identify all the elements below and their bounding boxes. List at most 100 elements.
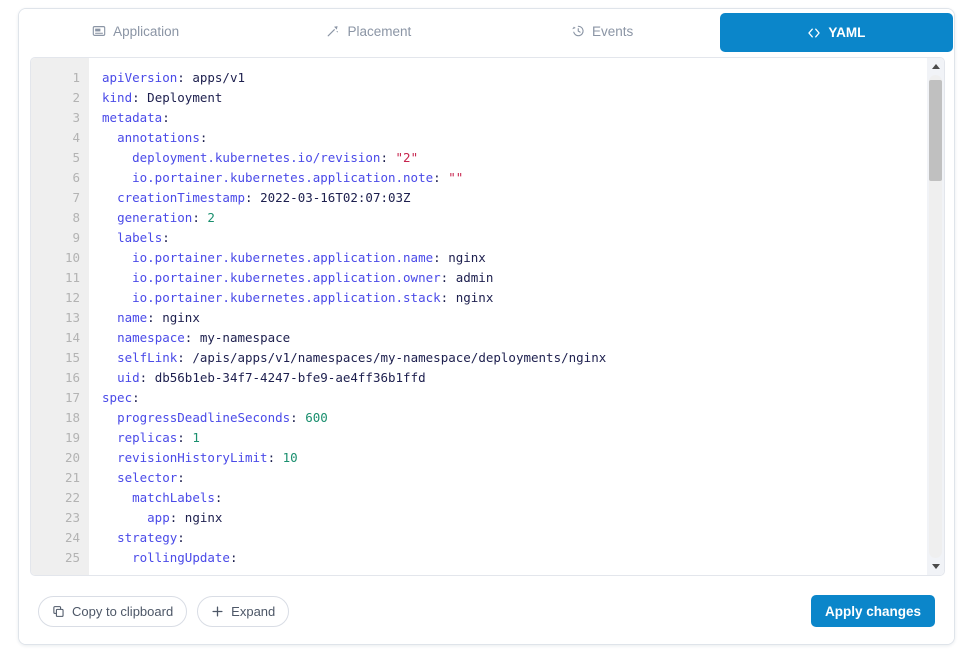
code-line[interactable]: name: nginx [102,308,927,328]
code-line[interactable]: io.portainer.kubernetes.application.note… [102,168,927,188]
line-number: 8 [72,210,80,225]
line-number: 3 [72,110,80,125]
code-token: : [380,150,396,165]
code-token: nginx [162,310,200,325]
code-line[interactable]: spec: [102,388,927,408]
resource-detail-card: Application Placement Events YAML 1 2 3 … [18,8,955,645]
code-line[interactable]: kind: Deployment [102,88,927,108]
tab-yaml-label: YAML [828,25,866,40]
line-number: 9 [72,230,80,245]
code-line[interactable]: uid: db56b1eb-34f7-4247-bfe9-ae4ff36b1ff… [102,368,927,388]
expand-label: Expand [231,603,276,619]
line-number: 2 [72,90,80,105]
line-number: 6 [72,170,80,185]
tab-placement[interactable]: Placement [252,9,485,53]
code-line[interactable]: replicas: 1 [102,428,927,448]
code-token: 10 [282,450,298,465]
line-number: 23 [64,510,80,525]
code-line[interactable]: annotations: [102,128,927,148]
code-line[interactable]: app: nginx [102,508,927,528]
code-token: : [132,90,148,105]
code-token: : [433,170,449,185]
code-token: : [177,350,193,365]
code-line[interactable]: selector: [102,468,927,488]
code-token: selector [117,470,178,485]
code-token: rollingUpdate [132,550,230,565]
tab-application[interactable]: Application [19,9,252,53]
code-line[interactable]: deployment.kubernetes.io/revision: "2" [102,148,927,168]
code-token: io.portainer.kubernetes.application.stac… [132,290,441,305]
code-line[interactable]: creationTimestamp: 2022-03-16T02:07:03Z [102,188,927,208]
tab-yaml[interactable]: YAML [719,13,953,52]
line-number: 11 [64,270,80,285]
code-token: : [162,230,170,245]
line-number: 14 [64,330,80,345]
code-line[interactable]: progressDeadlineSeconds: 600 [102,408,927,428]
line-number: 7 [72,190,80,205]
code-line[interactable]: io.portainer.kubernetes.application.owne… [102,268,927,288]
code-line[interactable]: revisionHistoryLimit: 10 [102,448,927,468]
code-token: namespace [117,330,185,345]
code-token: spec [102,390,133,405]
editor-vertical-scrollbar[interactable] [927,58,944,575]
copy-to-clipboard-button[interactable]: Copy to clipboard [38,595,188,627]
yaml-editor-page: Application Placement Events YAML 1 2 3 … [0,0,973,653]
code-token: : [290,410,306,425]
code-token: creationTimestamp [117,190,245,205]
code-token: metadata [102,110,163,125]
line-number: 4 [72,130,80,145]
code-line[interactable]: strategy: [102,528,927,548]
code-line[interactable]: labels: [102,228,927,248]
code-token: 2 [207,210,215,225]
code-line[interactable]: matchLabels: [102,488,927,508]
scroll-up-arrow-icon[interactable] [927,58,944,75]
code-token: "2" [395,150,419,165]
line-number: 18 [64,410,80,425]
code-line[interactable]: io.portainer.kubernetes.application.stac… [102,288,927,308]
code-token: Deployment [147,90,223,105]
code-line[interactable]: metadata: [102,108,927,128]
code-line[interactable]: generation: 2 [102,208,927,228]
code-token: /apis/apps/v1/namespaces/my-namespace/de… [192,350,607,365]
yaml-code-editor[interactable]: 1 2 3 4 5 6 7 8 9 10 11 12 13 14 15 16 17 18 19 20 21 22 23 24 2… [30,57,945,576]
code-token: revisionHistoryLimit [117,450,268,465]
code-token: : [147,310,163,325]
scroll-down-arrow-icon[interactable] [927,558,944,575]
tab-events[interactable]: Events [486,9,719,53]
line-number-gutter: 1 2 3 4 5 6 7 8 9 10 11 12 13 14 15 16 17 18 19 20 21 22 23 24 2… [31,58,89,575]
code-line[interactable]: selfLink: /apis/apps/v1/namespaces/my-na… [102,348,927,368]
code-token: : [433,250,449,265]
code-line[interactable]: io.portainer.kubernetes.application.name… [102,248,927,268]
code-line[interactable]: apiVersion: apps/v1 [102,68,927,88]
code-token: matchLabels [132,490,215,505]
code-token: : [132,390,140,405]
scrollbar-thumb[interactable] [929,80,942,181]
apply-changes-button[interactable]: Apply changes [810,595,935,627]
code-token: name [117,310,148,325]
line-number: 5 [72,150,80,165]
code-token: nginx [448,250,486,265]
code-token: replicas [117,430,178,445]
code-token: : [177,530,185,545]
code-token: : [177,470,185,485]
tab-events-label: Events [591,23,634,39]
yaml-code-area[interactable]: apiVersion: apps/v1 kind: Deployment metad… [89,58,927,575]
code-line[interactable]: rollingUpdate: [102,548,927,568]
expand-button[interactable]: Expand [197,595,290,627]
code-token: : [177,70,193,85]
code-token: apps/v1 [192,70,246,85]
code-token: "" [448,170,464,185]
code-token: : [184,330,200,345]
apply-changes-label: Apply changes [824,603,921,619]
tab-application-label: Application [113,23,180,39]
line-number: 22 [64,490,80,505]
code-line[interactable]: namespace: my-namespace [102,328,927,348]
